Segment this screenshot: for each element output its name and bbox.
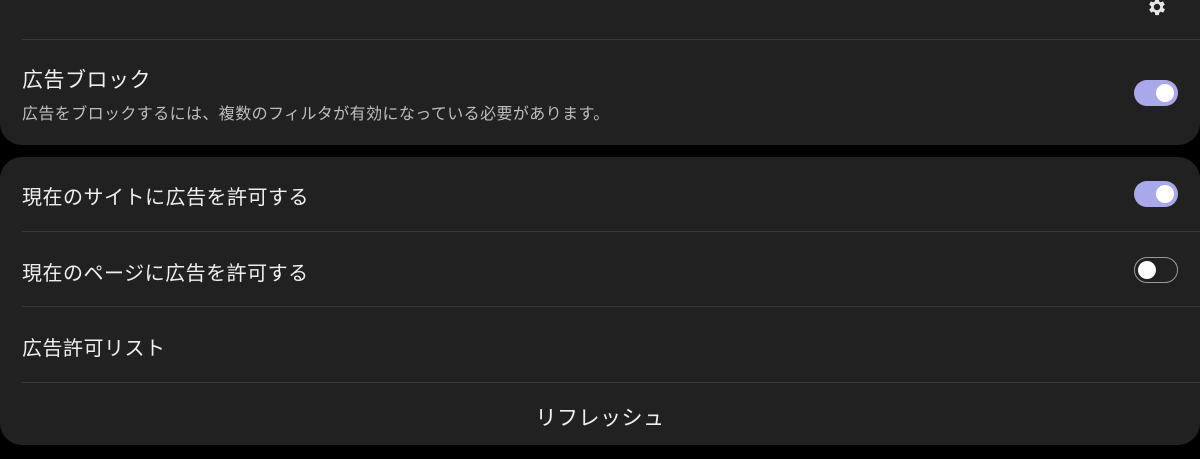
allowlist-link[interactable]: 広告許可リスト xyxy=(22,332,166,361)
toggle-knob xyxy=(1138,260,1156,279)
adblock-card: 広告ブロック 広告をブロックするには、複数のフィルタが有効になっている必要があり… xyxy=(0,0,1200,145)
allow-site-label: 現在のサイトに広告を許可する xyxy=(22,185,309,209)
gear-icon xyxy=(1149,0,1165,16)
adblock-toggle[interactable] xyxy=(1134,80,1178,106)
toggle-knob xyxy=(1156,84,1174,102)
allow-page-label: 現在のページに広告を許可する xyxy=(22,261,309,285)
divider xyxy=(22,306,1200,307)
allow-page-toggle[interactable] xyxy=(1134,257,1178,283)
allow-site-toggle[interactable] xyxy=(1134,181,1178,207)
toggle-knob xyxy=(1156,185,1174,203)
divider xyxy=(22,39,1200,40)
adblock-title: 広告ブロック xyxy=(22,68,151,92)
divider xyxy=(22,231,1200,232)
allow-ads-card: 現在のサイトに広告を許可する 現在のページに広告を許可する 広告許可リスト リフ… xyxy=(0,157,1200,445)
refresh-button[interactable]: リフレッシュ xyxy=(0,402,1200,432)
adblock-description: 広告をブロックするには、複数のフィルタが有効になっている必要があります。 xyxy=(22,104,610,123)
settings-button[interactable] xyxy=(1144,0,1170,18)
divider xyxy=(22,382,1200,383)
